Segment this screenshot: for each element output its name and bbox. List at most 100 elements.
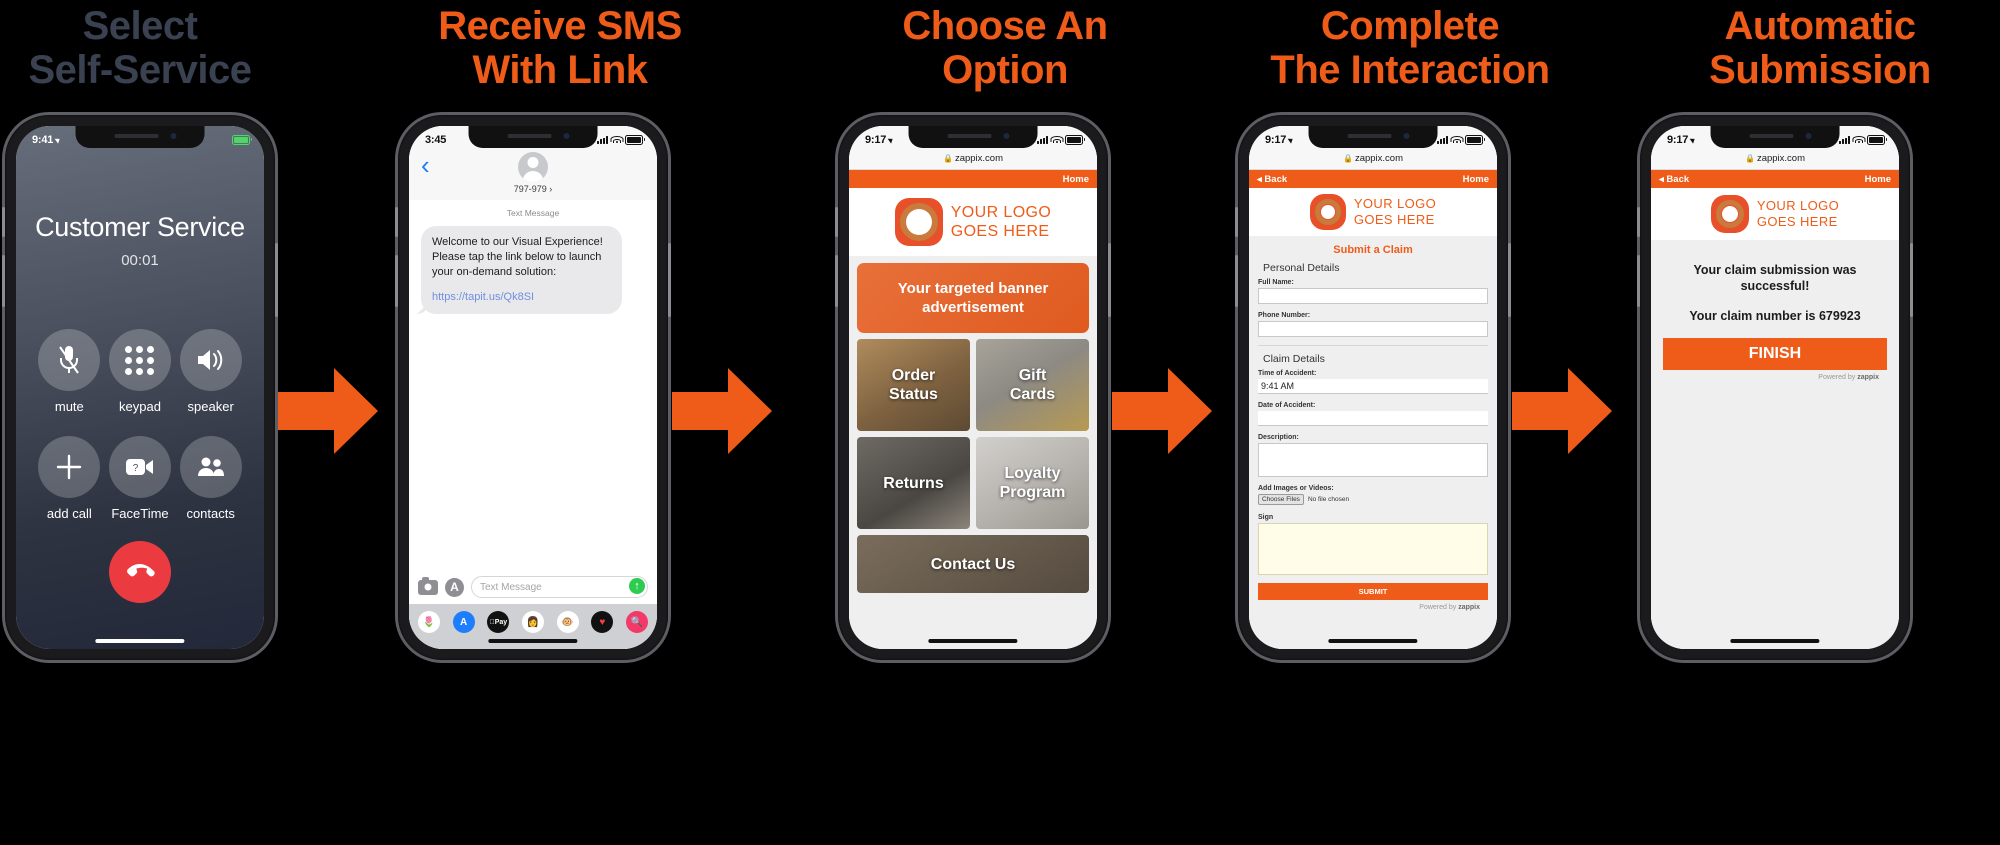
battery-icon	[1465, 135, 1485, 145]
call-action-grid: mute keypad speaker add call ? FaceTime …	[16, 329, 264, 521]
call-button-label: FaceTime	[111, 506, 169, 521]
message-timestamp: Text Message	[506, 208, 560, 218]
end-call-button[interactable]	[109, 541, 171, 603]
menu-ui: 9:17 🔒 zappix.com Home YOUR LOGO GOES HE…	[849, 126, 1097, 649]
music-app-icon[interactable]: ♥	[591, 611, 614, 633]
step-title-2: Receive SMS With Link	[400, 4, 720, 92]
camera-icon[interactable]	[418, 576, 438, 595]
tile-gift-cards[interactable]: Gift Cards	[976, 339, 1089, 431]
back-chevron-icon[interactable]: ‹	[421, 152, 430, 178]
status-time-wrap: 9:41	[32, 134, 62, 146]
lock-icon: 🔒	[1342, 154, 1353, 163]
tile-label-line1: Loyalty	[1004, 465, 1061, 482]
tile-label-line1: Gift	[1018, 367, 1047, 384]
call-button-speaker[interactable]: speaker	[175, 329, 246, 414]
message-bubble[interactable]: Welcome to our Visual Experience! Please…	[421, 226, 623, 314]
call-button-add-call[interactable]: add call	[34, 436, 105, 521]
call-button-facetime[interactable]: ? FaceTime	[105, 436, 176, 521]
submit-button[interactable]: SUBMIT	[1258, 583, 1488, 600]
nav-home-button[interactable]: Home	[1063, 174, 1089, 185]
call-button-keypad[interactable]: keypad	[105, 329, 176, 414]
photos-app-icon[interactable]: 🌷	[418, 611, 440, 633]
contact-avatar[interactable]	[518, 152, 548, 182]
input-date-of-accident[interactable]	[1258, 411, 1488, 426]
sms-ui: 3:45 ‹ 797-979 › Text Message Welcome to…	[409, 126, 657, 649]
call-button-mute[interactable]: mute	[34, 329, 105, 414]
tile-order-status[interactable]: Order Status	[857, 339, 970, 431]
plus-icon	[38, 436, 101, 498]
promo-banner[interactable]: Your targeted banner advertisement	[857, 263, 1089, 333]
tile-loyalty-program[interactable]: Loyalty Program	[976, 437, 1089, 529]
contact-number[interactable]: 797-979 ›	[409, 184, 657, 194]
cellular-signal-icon	[1037, 136, 1048, 144]
browser-url-bar[interactable]: 🔒 zappix.com	[1651, 150, 1899, 170]
signature-pad[interactable]	[1258, 523, 1488, 575]
input-full-name[interactable]	[1258, 288, 1488, 304]
app-store-icon[interactable]: A	[452, 611, 475, 633]
nav-home-button[interactable]: Home	[1463, 174, 1489, 185]
input-phone-number[interactable]	[1258, 321, 1488, 337]
browser-url-bar[interactable]: 🔒 zappix.com	[1249, 150, 1497, 170]
step-title-5-line1: Automatic	[1724, 4, 1916, 48]
lock-icon: 🔒	[1744, 154, 1755, 163]
banner-line-1: Your targeted banner	[897, 280, 1049, 297]
status-time-wrap: 9:17	[1667, 134, 1697, 146]
phone-menu-screen: 9:17 🔒 zappix.com Home YOUR LOGO GOES HE…	[835, 115, 1111, 660]
message-input[interactable]: Text Message ↑	[471, 576, 648, 598]
label-add-media: Add Images or Videos:	[1258, 485, 1334, 492]
input-description[interactable]	[1258, 443, 1488, 477]
tile-label-line2: Status	[889, 386, 938, 403]
logo-line-1: YOUR LOGO	[1353, 196, 1437, 211]
app-store-icon[interactable]: A	[445, 577, 464, 597]
browser-url-bar[interactable]: 🔒 zappix.com	[849, 150, 1097, 170]
step-title-1-line1: Select	[82, 4, 198, 48]
label-description: Description:	[1258, 434, 1299, 441]
phone-side-button	[1910, 243, 1913, 317]
phone-confirmation-screen: 9:17 🔒 zappix.com ◂ Back Home YOUR LOGO …	[1637, 115, 1913, 660]
keypad-icon	[108, 329, 171, 391]
earpiece-speaker-icon	[947, 134, 992, 138]
file-upload-row[interactable]: Choose Files No file chosen	[1258, 494, 1488, 505]
input-time-of-accident[interactable]: 9:41 AM	[1258, 379, 1488, 394]
battery-icon	[1065, 135, 1085, 145]
sms-screen: 3:45 ‹ 797-979 › Text Message Welcome to…	[409, 126, 657, 649]
location-arrow-icon	[1689, 136, 1697, 144]
file-status-text: No file chosen	[1307, 496, 1350, 503]
status-time: 3:45	[425, 134, 447, 146]
notch	[1308, 126, 1438, 148]
logo-line-1: YOUR LOGO	[1756, 198, 1840, 213]
nav-back-button[interactable]: ◂ Back	[1257, 174, 1287, 185]
phone-side-button	[1508, 243, 1511, 317]
confirmation-ui: 9:17 🔒 zappix.com ◂ Back Home YOUR LOGO …	[1651, 126, 1899, 649]
images-search-icon[interactable]: 🔍	[625, 611, 648, 633]
nav-home-button[interactable]: Home	[1865, 174, 1891, 185]
tile-label-line1: Contact Us	[930, 555, 1016, 573]
status-icons	[1037, 135, 1085, 145]
message-link[interactable]: https://tapit.us/Qk8SI	[432, 290, 611, 305]
choose-files-button[interactable]: Choose Files	[1258, 494, 1304, 505]
apple-pay-icon[interactable]: Pay	[487, 611, 510, 633]
contacts-icon	[179, 436, 242, 498]
powered-by-brand: zappix	[1458, 604, 1480, 611]
tile-returns[interactable]: Returns	[857, 437, 970, 529]
send-arrow-icon[interactable]: ↑	[629, 578, 645, 594]
url-text: zappix.com	[954, 153, 1004, 164]
earpiece-speaker-icon	[1749, 134, 1794, 138]
logo-line-2: GOES HERE	[950, 223, 1050, 240]
form-title: Submit a Claim	[1333, 244, 1413, 256]
finish-button[interactable]: FINISH	[1663, 338, 1887, 370]
label-phone-number: Phone Number:	[1258, 312, 1311, 319]
home-indicator	[1328, 639, 1418, 643]
success-message-line2: Your claim number is 679923	[1689, 309, 1861, 323]
animoji-icon[interactable]: 🐵	[556, 611, 579, 633]
step-title-3: Choose An Option	[845, 4, 1165, 92]
tile-contact-us[interactable]: Contact Us	[857, 535, 1089, 593]
battery-icon	[1867, 135, 1887, 145]
nav-back-button[interactable]: ◂ Back	[1659, 174, 1689, 185]
memoji-icon[interactable]: 👩	[521, 611, 544, 633]
step-title-5-line2: Submission	[1709, 48, 1931, 92]
cellular-signal-icon	[597, 136, 608, 144]
tile-label-line1: Order	[891, 367, 936, 384]
call-button-contacts[interactable]: contacts	[175, 436, 246, 521]
nav-back-label: Back	[1666, 173, 1690, 185]
